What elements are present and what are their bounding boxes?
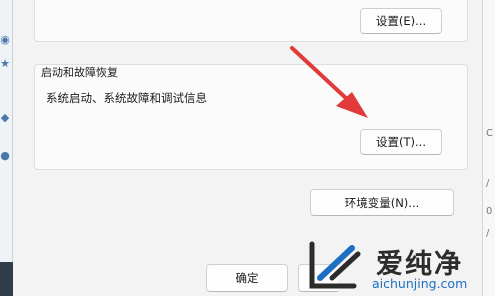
pointer-arrow-annotation bbox=[290, 46, 368, 118]
watermark-url: aichunjing.com bbox=[372, 276, 468, 291]
performance-settings-button[interactable]: 设置(E)... bbox=[360, 8, 442, 34]
sliver-text: / bbox=[486, 178, 490, 189]
desktop-icon-glyph: ◉ bbox=[0, 33, 10, 46]
startup-recovery-description: 系统启动、系统故障和调试信息 bbox=[46, 91, 207, 105]
desktop-left-edge: ◉ ★ ◆ ● bbox=[0, 0, 13, 296]
startup-recovery-label: 启动和故障恢复 bbox=[41, 66, 118, 79]
startup-recovery-settings-button[interactable]: 设置(T)... bbox=[360, 129, 442, 155]
watermark-logo-icon bbox=[309, 241, 361, 289]
sliver-text: C bbox=[486, 128, 493, 139]
desktop-icon-glyph: ★ bbox=[0, 57, 10, 70]
ok-button[interactable]: 确定 bbox=[206, 264, 288, 292]
sliver-text: 0 bbox=[486, 206, 493, 217]
taskbar-edge bbox=[0, 262, 13, 296]
environment-variables-button[interactable]: 环境变量(N)... bbox=[310, 189, 454, 216]
site-watermark: 爱纯净 aichunjing.com bbox=[300, 236, 495, 296]
desktop-icon-glyph: ◆ bbox=[0, 111, 10, 124]
desktop-icon-glyph: ● bbox=[0, 149, 10, 162]
